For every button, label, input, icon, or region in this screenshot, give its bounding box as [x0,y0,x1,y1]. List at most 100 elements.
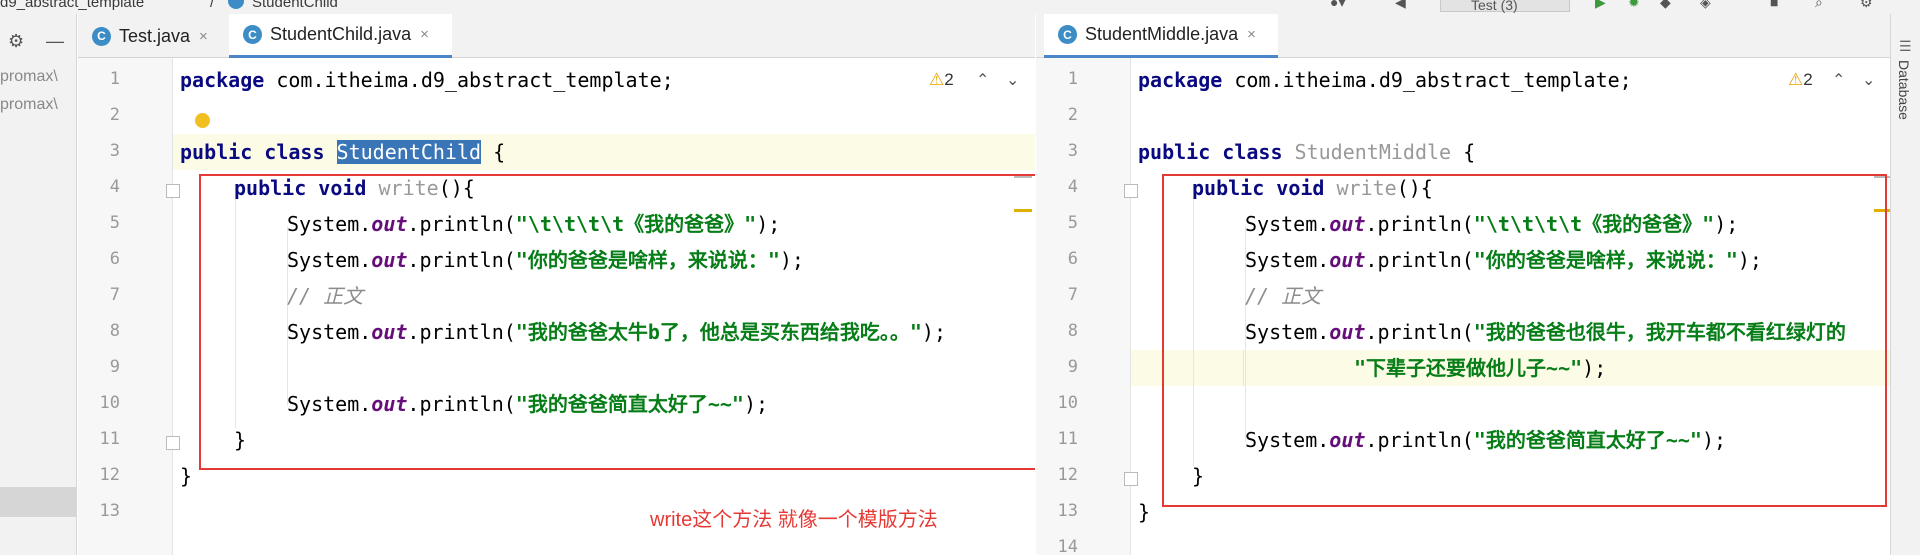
run-config-selector[interactable]: Test (3) [1440,0,1570,13]
line-number: 1 [1067,69,1078,89]
tab-studentchild-java[interactable]: C StudentChild.java × [229,14,452,58]
coverage-icon[interactable]: ◆ [1660,0,1671,11]
code-line: } [1138,494,1150,530]
settings-icon[interactable]: ⚙ [1860,0,1873,11]
project-panel-strip: ⚙ — promax\ promax\ [0,14,77,555]
code-text: { [481,140,506,164]
gear-icon[interactable]: ⚙ [8,31,24,52]
search-icon[interactable]: ⌕ [1815,0,1823,11]
close-icon[interactable]: × [420,26,429,43]
code-keyword: package [180,68,265,92]
tab-studentmiddle-java[interactable]: C StudentMiddle.java × [1044,14,1278,58]
close-icon[interactable]: × [199,28,208,45]
lightbulb-icon[interactable] [195,113,210,128]
database-icon[interactable]: ☰ [1899,38,1912,55]
left-editor-tab-bar: C Test.java × C StudentChild.java × [78,14,1035,58]
code-line: public class StudentMiddle { [1138,134,1475,170]
highlight-box-write-method [199,174,1035,470]
warning-icon: ⚠ [929,70,945,89]
line-number: 14 [1057,537,1078,555]
run-icon[interactable]: ▶ [1595,0,1606,11]
database-tool-tab[interactable]: Database [1896,60,1912,120]
line-number: 10 [99,393,120,413]
code-keyword: public class [180,140,325,164]
line-number: 3 [109,141,120,161]
line-number: 7 [1067,285,1078,305]
tab-label: Test.java [119,25,191,46]
user-icon[interactable]: ●▾ [1330,0,1345,11]
line-number: 10 [1057,393,1078,413]
line-number: 9 [1067,357,1078,377]
code-brace: } [180,464,193,488]
code-text: com.itheima.d9_abstract_template; [1222,68,1632,92]
line-number: 12 [1057,465,1078,485]
code-line: public class StudentChild { [180,134,505,170]
inspection-warnings[interactable]: ⚠2 [929,70,954,90]
tab-label: StudentChild.java [270,24,412,44]
code-class-name: StudentMiddle [1294,140,1452,164]
code-text: { [1451,140,1476,164]
line-number: 5 [1067,213,1078,233]
debug-icon[interactable]: ✹ [1628,0,1640,11]
chevron-up-icon[interactable]: ⌃ [1832,70,1845,90]
line-number: 4 [109,177,120,197]
breadcrumb-file[interactable]: StudentChild [252,0,338,11]
line-number: 1 [109,69,120,89]
chevron-up-icon[interactable]: ⌃ [976,70,989,90]
line-number: 9 [109,357,120,377]
right-code-editor[interactable]: 1 2 3 4 5 6 7 8 9 10 11 12 13 14 package… [1036,58,1890,555]
right-tool-strip: ☰ Database [1890,14,1920,555]
profile-icon[interactable]: ◈ [1700,0,1711,11]
line-number: 2 [1067,105,1078,125]
code-text: com.itheima.d9_abstract_template; [264,68,674,92]
stop-icon[interactable]: ■ [1770,0,1778,10]
breadcrumb-package[interactable]: d9_abstract_template [0,0,144,11]
code-keyword: public class [1138,140,1283,164]
inspection-warnings[interactable]: ⚠2 [1788,70,1813,90]
line-number: 11 [1057,429,1078,449]
line-number: 13 [99,501,120,521]
minus-icon[interactable]: — [46,31,64,52]
warning-icon: ⚠ [1788,70,1804,89]
chevron-down-icon[interactable]: ⌄ [1006,70,1019,90]
highlight-box-write-method [1162,174,1887,507]
line-number: 7 [109,285,120,305]
back-arrow-icon[interactable]: ◀ [1395,0,1406,11]
breadcrumb-separator: / [210,0,215,11]
fold-marker[interactable] [1124,472,1138,486]
close-icon[interactable]: × [1247,26,1256,43]
line-number: 5 [109,213,120,233]
chevron-down-icon[interactable]: ⌄ [1862,70,1875,90]
fold-marker[interactable] [166,184,180,198]
line-number: 8 [1067,321,1078,341]
right-editor-tab-bar: C StudentMiddle.java × [1036,14,1890,58]
warning-count: 2 [1803,70,1813,89]
code-line: package com.itheima.d9_abstract_template… [1138,62,1632,98]
code-line: } [180,458,192,494]
line-number: 11 [99,429,120,449]
line-number: 13 [1057,501,1078,521]
fold-marker[interactable] [166,436,180,450]
project-tree-selection [0,487,76,517]
project-tree-item[interactable]: promax\ [0,68,58,86]
fold-marker[interactable] [1124,184,1138,198]
left-code-editor[interactable]: 1 2 3 4 5 6 7 8 9 10 11 12 13 package co… [78,58,1035,555]
tab-label: StudentMiddle.java [1085,24,1239,44]
project-tree-item[interactable]: promax\ [0,96,58,114]
java-class-icon [228,0,244,9]
line-number: 4 [1067,177,1078,197]
java-class-icon: C [243,25,262,44]
line-number: 2 [109,105,120,125]
line-number: 12 [99,465,120,485]
line-number: 6 [1067,249,1078,269]
annotation-text: write这个方法 就像一个模版方法 [650,509,938,531]
line-number: 3 [1067,141,1078,161]
selected-class-name: StudentChild [336,140,482,164]
code-keyword: package [1138,68,1223,92]
code-brace: } [1138,500,1151,524]
java-class-icon: C [92,26,111,46]
tab-test-java[interactable]: C Test.java × [78,14,228,58]
line-number: 8 [109,321,120,341]
warning-count: 2 [944,70,954,89]
top-breadcrumb-bar: d9_abstract_template / StudentChild ●▾ ◀… [0,0,1920,14]
